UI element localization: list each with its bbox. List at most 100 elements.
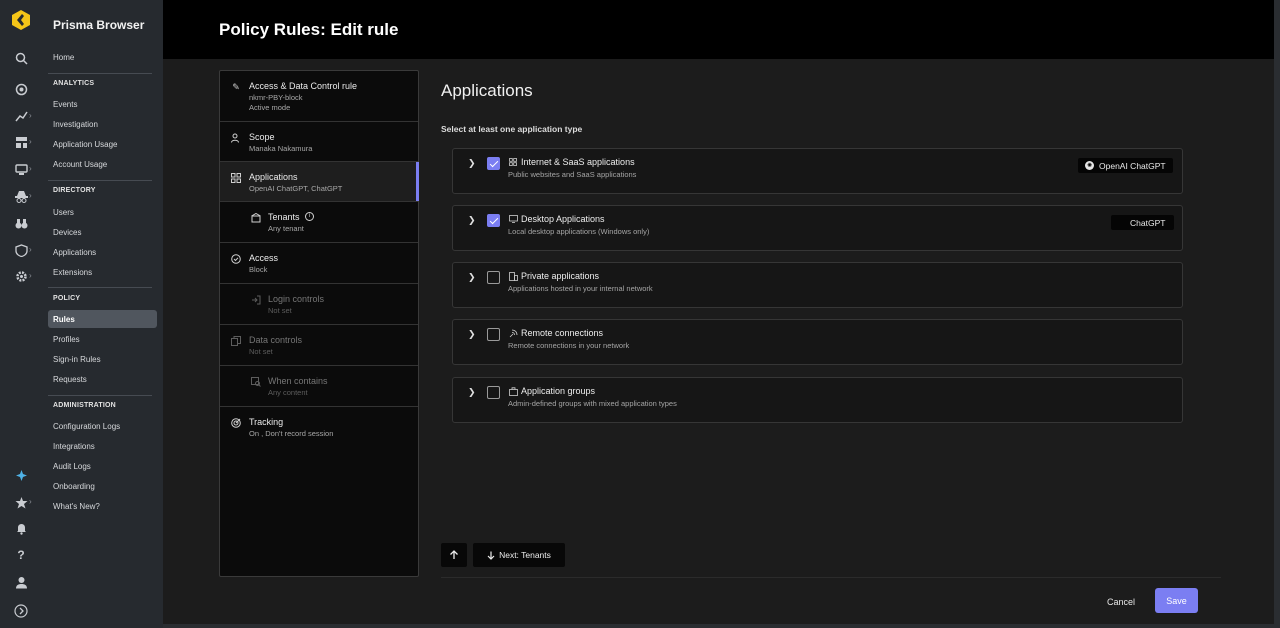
next-step-label: Next: Tenants [499, 550, 551, 560]
step-subtitle-2: Active mode [249, 103, 291, 112]
chevron-right-icon[interactable]: ❯ [468, 387, 476, 398]
selected-app-tag: ✺ OpenAI ChatGPT [1078, 158, 1173, 173]
sidebar-item-users[interactable]: Users [53, 208, 74, 217]
expand-icon[interactable] [13, 603, 29, 619]
binoculars-icon[interactable] [13, 215, 29, 231]
sidebar-item-investigation[interactable]: Investigation [53, 120, 98, 129]
sidebar: Prisma Browser Home ANALYTICS Events Inv… [42, 0, 163, 628]
window-edge [1274, 0, 1280, 628]
next-step-button[interactable]: Next: Tenants [473, 543, 565, 567]
step-subtitle: Manaka Nakamura [249, 144, 313, 153]
gear-icon[interactable] [13, 268, 29, 284]
divider [48, 73, 152, 74]
arrow-down-icon [487, 551, 495, 560]
private-checkbox[interactable] [487, 271, 500, 284]
section-heading-policy: POLICY [53, 295, 81, 302]
step-access[interactable]: Access Block [220, 243, 418, 284]
shield-search-icon[interactable] [13, 242, 29, 258]
sidebar-item-requests[interactable]: Requests [53, 375, 87, 384]
sidebar-item-onboarding[interactable]: Onboarding [53, 482, 95, 491]
step-access-data-control[interactable]: ✎ Access & Data Control rule nkmr-PBY-bl… [220, 71, 418, 122]
incognito-icon[interactable] [13, 188, 29, 204]
app-type-card-internet-saas[interactable]: ❯ Internet & SaaS applications Public we… [452, 148, 1183, 194]
app-type-card-desktop[interactable]: ❯ Desktop Applications Local desktop app… [452, 205, 1183, 251]
user-icon[interactable] [13, 574, 29, 590]
step-applications[interactable]: Applications OpenAI ChatGPT, ChatGPT [220, 162, 419, 202]
chevron-right-icon[interactable]: ❯ [468, 158, 476, 169]
desktop-checkbox[interactable] [487, 214, 500, 227]
groups-checkbox[interactable] [487, 386, 500, 399]
sidebar-item-application-usage[interactable]: Application Usage [53, 140, 117, 149]
sparkle-icon[interactable] [13, 467, 29, 483]
tag-label: ChatGPT [1130, 217, 1166, 228]
arrow-up-icon [450, 550, 458, 559]
step-title: Data controls [249, 335, 303, 345]
sidebar-item-profiles[interactable]: Profiles [53, 335, 80, 344]
analytics-icon[interactable] [13, 108, 29, 124]
step-subtitle: Not set [268, 306, 292, 315]
chevron-right-icon: › [29, 191, 32, 200]
step-title: Scope [249, 132, 275, 142]
step-login-controls[interactable]: Login controls Not set [220, 284, 418, 325]
sidebar-item-audit-logs[interactable]: Audit Logs [53, 462, 91, 471]
card-subtitle: Remote connections in your network [508, 341, 630, 350]
sidebar-item-home[interactable]: Home [53, 53, 74, 62]
step-subtitle: Not set [249, 347, 273, 356]
sidebar-item-devices[interactable]: Devices [53, 228, 81, 237]
save-button[interactable]: Save [1155, 588, 1198, 613]
copy-icon [231, 336, 241, 346]
main-content: ✎ Access & Data Control rule nkmr-PBY-bl… [163, 59, 1274, 624]
app-type-card-private[interactable]: ❯ Private applications Applications host… [452, 262, 1183, 308]
help-icon[interactable]: ? [13, 547, 29, 563]
bell-icon[interactable] [13, 520, 29, 536]
divider [48, 287, 152, 288]
info-icon[interactable]: i [305, 212, 314, 221]
step-subtitle: Any tenant [268, 224, 304, 233]
step-title: Access & Data Control rule [249, 81, 358, 91]
sidebar-item-applications[interactable]: Applications [53, 248, 96, 257]
sidebar-item-sign-in-rules[interactable]: Sign-in Rules [53, 355, 101, 364]
cancel-button[interactable]: Cancel [1096, 590, 1146, 614]
chevron-right-icon: › [29, 245, 32, 254]
briefcase-icon [509, 387, 518, 398]
chevron-right-icon[interactable]: ❯ [468, 329, 476, 340]
internet-saas-checkbox[interactable] [487, 157, 500, 170]
app-type-card-remote[interactable]: ❯ Remote connections Remote connections … [452, 319, 1183, 365]
step-scope[interactable]: Scope Manaka Nakamura [220, 122, 418, 162]
step-data-controls[interactable]: Data controls Not set [220, 325, 418, 366]
sidebar-item-configuration-logs[interactable]: Configuration Logs [53, 422, 120, 431]
devices-icon[interactable] [13, 161, 29, 177]
chevron-right-icon[interactable]: ❯ [468, 272, 476, 283]
prisma-logo[interactable] [11, 9, 31, 31]
remote-checkbox[interactable] [487, 328, 500, 341]
search-icon[interactable] [13, 50, 29, 66]
card-subtitle: Public websites and SaaS applications [508, 170, 637, 179]
sidebar-item-integrations[interactable]: Integrations [53, 442, 95, 451]
page-title: Policy Rules: Edit rule [219, 20, 399, 39]
dashboard-icon[interactable] [13, 81, 29, 97]
card-title: Private applications [521, 271, 600, 281]
sidebar-item-extensions[interactable]: Extensions [53, 268, 92, 277]
sidebar-item-events[interactable]: Events [53, 100, 77, 109]
star-icon[interactable] [13, 494, 29, 510]
selected-app-tag: ChatGPT [1111, 215, 1175, 230]
page-header: Policy Rules: Edit rule [163, 0, 1274, 59]
step-title: Applications [249, 172, 298, 182]
sidebar-item-whats-new[interactable]: What's New? [53, 502, 100, 511]
chevron-right-icon: › [29, 137, 32, 146]
apps-grid-icon [231, 173, 241, 183]
sidebar-item-rules[interactable]: Rules [53, 315, 75, 324]
card-title: Internet & SaaS applications [521, 157, 635, 167]
chevron-right-icon[interactable]: ❯ [468, 215, 476, 226]
card-title: Application groups [521, 386, 596, 396]
widgets-icon[interactable] [13, 134, 29, 150]
app-type-card-groups[interactable]: ❯ Application groups Admin-defined group… [452, 377, 1183, 423]
previous-step-button[interactable] [441, 543, 467, 567]
window-edge [163, 624, 1274, 628]
sidebar-item-account-usage[interactable]: Account Usage [53, 160, 107, 169]
step-when-contains[interactable]: When contains Any content [220, 366, 418, 407]
divider [48, 395, 152, 396]
step-tenants[interactable]: Tenants i Any tenant [220, 202, 418, 243]
step-tracking[interactable]: Tracking On , Don't record session [220, 407, 418, 448]
app-root: › › › › › › › ? Prisma Browser Home ANAL… [0, 0, 1280, 628]
